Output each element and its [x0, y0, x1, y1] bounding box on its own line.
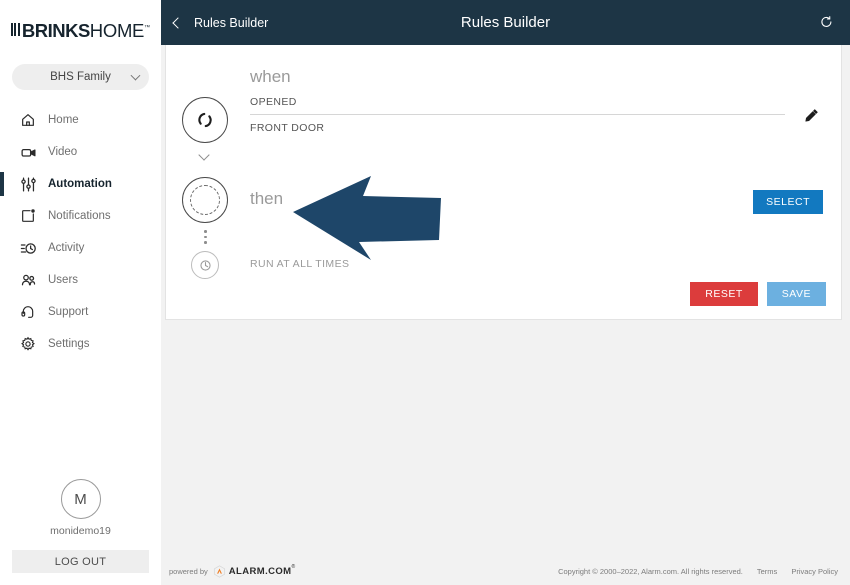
pencil-icon	[805, 109, 818, 122]
app-window: BRINKS HOME ™ BHS Family Home Video Auto…	[0, 0, 850, 585]
when-label: when	[250, 67, 291, 86]
card-action-buttons: RESET SAVE	[690, 282, 826, 306]
family-selector-label: BHS Family	[50, 71, 111, 83]
select-action-button[interactable]: SELECT	[753, 190, 823, 214]
sidebar-item-label: Video	[48, 146, 78, 158]
username-label: monidemo19	[50, 525, 111, 537]
dashed-circle-icon	[190, 185, 220, 215]
sidebar-item-label: Users	[48, 274, 79, 286]
logo-home-text: HOME	[89, 20, 145, 41]
logo-brinks-text: BRINKS	[21, 20, 90, 41]
activity-clock-icon	[18, 238, 38, 258]
sidebar-item-settings[interactable]: Settings	[0, 328, 161, 360]
refresh-icon	[821, 16, 832, 27]
then-label: then	[250, 189, 284, 208]
sidebar-nav: Home Video Automation Notifications Acti…	[0, 104, 161, 360]
logo-bars-icon	[10, 23, 20, 36]
save-button[interactable]: SAVE	[766, 282, 826, 306]
sidebar-item-home[interactable]: Home	[0, 104, 161, 136]
logo-trademark: ™	[144, 25, 151, 31]
header-bar: Rules Builder Rules Builder	[161, 0, 850, 45]
chevron-left-icon	[172, 16, 184, 29]
sidebar-item-label: Home	[48, 114, 79, 126]
sidebar-item-label: Activity	[48, 242, 85, 254]
reset-button[interactable]: RESET	[690, 282, 758, 306]
sidebar-item-video[interactable]: Video	[0, 136, 161, 168]
clock-icon	[199, 259, 211, 271]
then-action-icon-circle[interactable]	[182, 177, 228, 223]
chevron-down-icon	[130, 70, 141, 81]
footer: powered by ALARM.COM ® Copyright © 2000–…	[161, 557, 850, 585]
sidebar-item-label: Automation	[48, 178, 112, 190]
video-camera-icon	[18, 142, 38, 162]
edit-trigger-button[interactable]	[804, 108, 819, 128]
sidebar-item-activity[interactable]: Activity	[0, 232, 161, 264]
terms-link[interactable]: Terms	[757, 567, 777, 576]
copyright-label: Copyright © 2000–2022, Alarm.com. All ri…	[558, 566, 743, 576]
schedule-label: RUN AT ALL TIMES	[250, 258, 350, 270]
rule-builder-card: when OPENED FRONT DOOR then SELECT RUN A…	[165, 45, 842, 320]
back-button[interactable]: Rules Builder	[172, 15, 269, 30]
back-button-label: Rules Builder	[194, 15, 269, 30]
sidebar-item-notifications[interactable]: Notifications	[0, 200, 161, 232]
trigger-state-label: OPENED	[250, 96, 297, 108]
sidebar-item-automation[interactable]: Automation	[0, 168, 161, 200]
connector-dots	[204, 230, 207, 244]
users-icon	[18, 270, 38, 290]
broken-ring-icon	[198, 112, 212, 128]
gear-icon	[18, 334, 38, 354]
alarm-dot-com-logo: ALARM.COM ®	[213, 564, 296, 578]
when-trigger-icon-circle[interactable]	[182, 97, 228, 143]
home-icon	[18, 110, 38, 130]
alarm-hex-icon	[213, 564, 226, 578]
sidebar-item-users[interactable]: Users	[0, 264, 161, 296]
brand-logo: BRINKS HOME ™	[0, 0, 161, 56]
main-content: Rules Builder Rules Builder when OPENED …	[161, 0, 850, 585]
notification-square-icon	[18, 206, 38, 226]
sidebar-item-support[interactable]: Support	[0, 296, 161, 328]
sidebar-item-label: Support	[48, 306, 89, 318]
avatar: M	[60, 479, 101, 519]
sidebar-item-label: Notifications	[48, 210, 111, 222]
trigger-device-label: FRONT DOOR	[250, 122, 325, 134]
schedule-icon-circle[interactable]	[191, 251, 219, 279]
privacy-policy-link[interactable]: Privacy Policy	[791, 567, 838, 576]
alarm-registered-mark: ®	[291, 564, 296, 570]
sidebar-item-label: Settings	[48, 338, 90, 350]
footer-right: Copyright © 2000–2022, Alarm.com. All ri…	[558, 567, 838, 576]
alarm-dot-com-text: ALARM.COM	[228, 565, 292, 577]
family-selector[interactable]: BHS Family	[12, 64, 149, 90]
user-block: M monidemo19 LOG OUT	[0, 479, 161, 585]
headset-icon	[18, 302, 38, 322]
refresh-button[interactable]	[819, 15, 834, 30]
when-trigger-row: OPENED FRONT DOOR	[250, 96, 785, 134]
sliders-icon	[18, 174, 38, 194]
logout-button[interactable]: LOG OUT	[12, 550, 149, 573]
powered-by-label: powered by	[169, 566, 208, 576]
chevron-down-icon[interactable]	[198, 149, 210, 161]
sidebar: BRINKS HOME ™ BHS Family Home Video Auto…	[0, 0, 161, 585]
